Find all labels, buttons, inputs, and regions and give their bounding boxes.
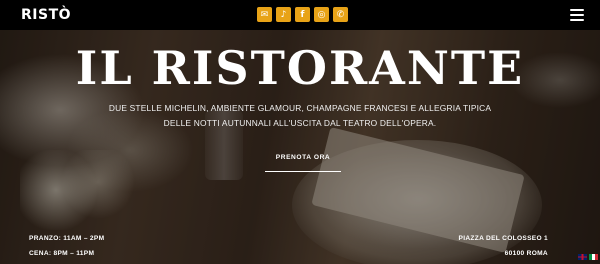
top-navbar: RISTÒ ✉ ♪ f ◎ ✆ xyxy=(0,0,600,30)
hero-title: IL RISTORANTE xyxy=(75,41,525,95)
hero-subtitle-line-2: DELLE NOTTI AUTUNNALI ALL'USCITA DAL TEA… xyxy=(163,118,437,128)
hamburger-menu-icon[interactable] xyxy=(570,9,584,21)
hero-subtitle: DUE STELLE MICHELIN, AMBIENTE GLAMOUR, C… xyxy=(95,101,505,131)
uk-flag-icon[interactable] xyxy=(578,254,587,260)
facebook-icon[interactable]: f xyxy=(295,7,310,22)
email-icon[interactable]: ✉ xyxy=(257,7,272,22)
opening-hours: PRANZO: 11AM – 2PM CENA: 8PM – 11PM xyxy=(29,231,104,261)
instagram-icon[interactable]: ◎ xyxy=(314,7,329,22)
address-street: PIAZZA DEL COLOSSEO 1 xyxy=(458,235,548,242)
menu-bar xyxy=(570,19,584,21)
book-now-button[interactable]: PRENOTA ORA xyxy=(265,150,341,172)
whatsapp-icon[interactable]: ✆ xyxy=(333,7,348,22)
address-city: 60100 ROMA xyxy=(504,250,548,257)
hero-subtitle-line-1: DUE STELLE MICHELIN, AMBIENTE GLAMOUR, C… xyxy=(108,103,492,113)
italy-flag-icon[interactable] xyxy=(589,254,598,260)
language-switcher xyxy=(578,254,598,260)
address: PIAZZA DEL COLOSSEO 1 60100 ROMA xyxy=(459,231,548,261)
lunch-hours: PRANZO: 11AM – 2PM xyxy=(29,235,105,242)
tiktok-icon[interactable]: ♪ xyxy=(276,7,291,22)
menu-bar xyxy=(570,9,584,11)
brand-logo[interactable]: RISTÒ xyxy=(21,7,71,23)
menu-bar xyxy=(570,14,584,16)
social-links: ✉ ♪ f ◎ ✆ xyxy=(257,7,348,22)
dinner-hours: CENA: 8PM – 11PM xyxy=(29,250,95,257)
